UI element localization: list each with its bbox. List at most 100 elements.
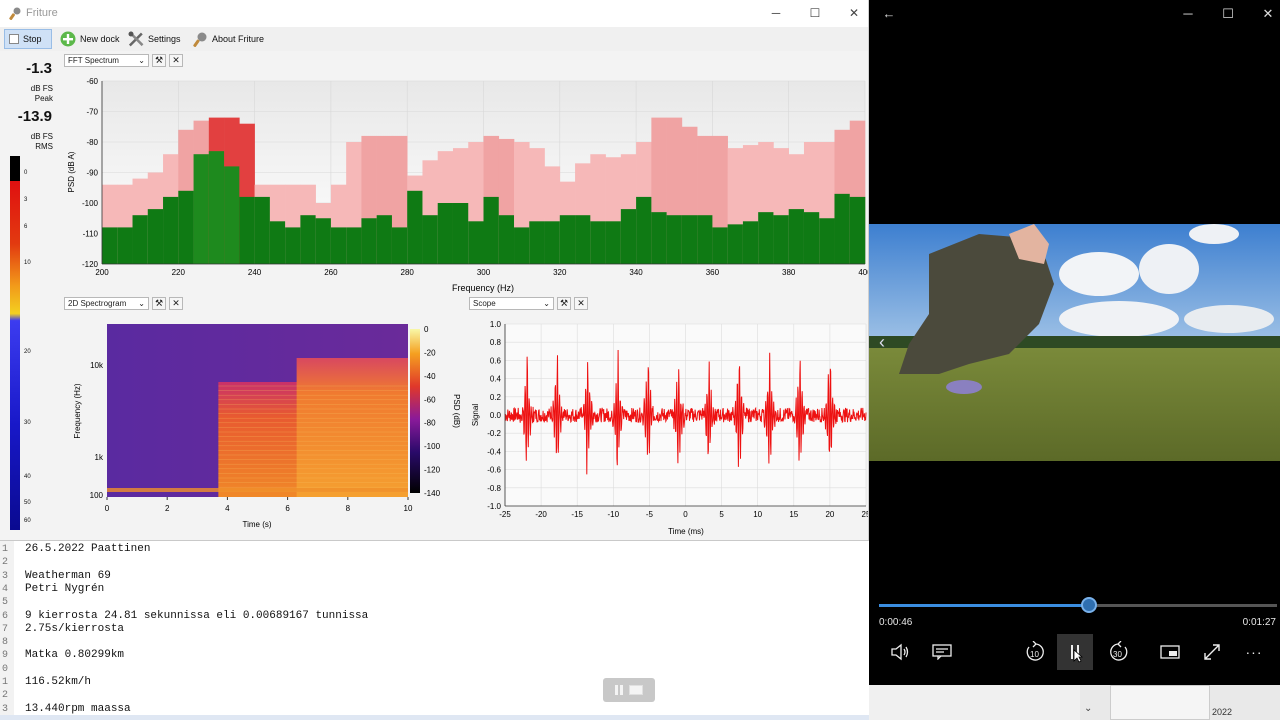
x-tick-label: 5 (719, 510, 724, 519)
psd-bar (636, 196, 652, 264)
minimize-button[interactable]: ─ (766, 4, 786, 22)
psd-bar (285, 227, 301, 264)
skip-back-button[interactable]: 10 (1017, 634, 1053, 670)
chevron-down-icon: ⌄ (543, 298, 550, 308)
maximize-button[interactable]: ☐ (1216, 4, 1240, 24)
psd-bar (681, 215, 698, 264)
psd-bar (239, 196, 255, 264)
meter-tick: 30 (24, 420, 31, 426)
minimize-button[interactable]: ─ (1176, 4, 1200, 24)
scope-settings-button[interactable]: ⚒ (557, 296, 571, 310)
rewind-icon: 10 (1026, 641, 1044, 661)
chevron-left-icon[interactable]: ‹ (879, 332, 885, 352)
y-tick-label: -90 (86, 169, 98, 178)
seek-thumb[interactable] (1081, 597, 1098, 613)
line-text: 2.75s/kierrosta (25, 622, 125, 635)
line-number: 5 (2, 597, 9, 609)
line-number: 2 (2, 557, 9, 569)
cloud (1189, 224, 1239, 244)
fft-widget-select[interactable]: FFT Spectrum ⌄ (64, 53, 149, 67)
about-button[interactable]: About Friture (188, 29, 268, 49)
line-number: 2 (2, 690, 9, 702)
y-tick-label: 0.2 (490, 393, 502, 402)
y-tick-label: 1.0 (490, 320, 502, 329)
captions-icon (932, 644, 952, 660)
x-axis-label: Frequency (Hz) (452, 283, 514, 293)
cloud (1184, 305, 1274, 333)
scope-widget-select[interactable]: Scope ⌄ (469, 296, 554, 310)
floating-media-controls[interactable] (603, 678, 655, 702)
psd-bar (849, 196, 866, 264)
back-arrow-icon[interactable]: ← (877, 4, 901, 24)
spectrogram-widget-label: 2D Spectrogram (68, 298, 127, 308)
new-dock-button[interactable]: New dock (56, 29, 124, 49)
y-tick-label: 100 (90, 491, 104, 500)
x-tick-label: 10 (404, 504, 413, 513)
x-tick-label: 300 (477, 268, 491, 277)
tools-icon: ⚒ (559, 297, 569, 308)
spectrogram-close-button[interactable]: ✕ (169, 296, 183, 310)
colorbar-tick-label: -120 (424, 466, 441, 475)
cloud (1059, 301, 1179, 337)
y-tick-label: 0.0 (490, 411, 502, 420)
x-tick-label: 25 (862, 510, 869, 519)
dropped-object (946, 380, 982, 394)
toolbar: Stop New dock Settings About Friture (0, 27, 868, 51)
scope-close-button[interactable]: ✕ (574, 296, 588, 310)
video-frame[interactable]: ‹ (869, 224, 1280, 461)
x-tick-label: -10 (608, 510, 620, 519)
seek-bar[interactable] (879, 597, 1277, 613)
fullscreen-button[interactable] (1194, 634, 1230, 670)
psd-bar (483, 196, 500, 264)
maximize-button[interactable]: ☐ (805, 4, 825, 22)
line-text: Petri Nygrén (25, 582, 105, 595)
spectrogram-widget-select[interactable]: 2D Spectrogram ⌄ (64, 296, 149, 310)
window-title: Friture (26, 7, 58, 19)
meter-tick: 0 (24, 170, 28, 176)
psd-bar (315, 218, 332, 264)
more-icon: ··· (1245, 644, 1263, 660)
current-line-highlight (0, 715, 869, 720)
psd-bar (300, 215, 316, 264)
volume-button[interactable] (882, 634, 918, 670)
psd-bar (422, 215, 439, 264)
psd-bar (269, 221, 286, 264)
close-button[interactable]: ✕ (1256, 4, 1280, 24)
line-text: Matka 0.80299km (25, 649, 125, 662)
fft-close-button[interactable]: ✕ (169, 53, 183, 67)
tools-icon (128, 31, 144, 47)
skip-forward-button[interactable]: 30 (1101, 634, 1137, 670)
mini-view-button[interactable] (1152, 634, 1188, 670)
close-button[interactable]: ✕ (844, 4, 864, 22)
y-tick-label: -70 (86, 108, 98, 117)
spectrogram-settings-button[interactable]: ⚒ (152, 296, 166, 310)
captions-button[interactable] (924, 634, 960, 670)
text-editor[interactable]: 1 26.5.2022 Paattinen 2 3 Weatherman 69 4 Petr… (0, 540, 869, 720)
meter-tick: 50 (24, 500, 31, 506)
stop-button[interactable]: Stop (4, 29, 52, 49)
volume-icon (891, 643, 909, 661)
y-tick-label: -100 (82, 199, 99, 208)
close-icon: ✕ (577, 297, 585, 308)
x-axis-label: Time (ms) (668, 527, 704, 536)
psd-bar (742, 221, 759, 264)
psd-bar (117, 227, 133, 264)
more-options-button[interactable]: ··· (1236, 634, 1272, 670)
chevron-down-icon: ⌄ (138, 55, 145, 65)
microphone-app-icon (9, 7, 21, 20)
psd-bar (803, 212, 820, 264)
fft-settings-button[interactable]: ⚒ (152, 53, 166, 67)
scope-widget-label: Scope (473, 298, 496, 308)
psd-bar (514, 227, 530, 264)
fast-forward-icon: 30 (1110, 641, 1128, 661)
x-tick-label: 4 (225, 504, 230, 513)
line-number: 3 (2, 570, 9, 582)
chevron-down-icon[interactable]: ⌄ (1084, 703, 1092, 714)
taskbar-date: 2022 (1212, 707, 1233, 717)
meter-tick: 20 (24, 349, 31, 355)
psd-bar (407, 190, 423, 264)
peak-unit: dB FS (30, 84, 53, 93)
settings-button[interactable]: Settings (124, 29, 185, 49)
pause-icon (615, 685, 623, 695)
chevron-down-icon: ⌄ (138, 298, 145, 308)
